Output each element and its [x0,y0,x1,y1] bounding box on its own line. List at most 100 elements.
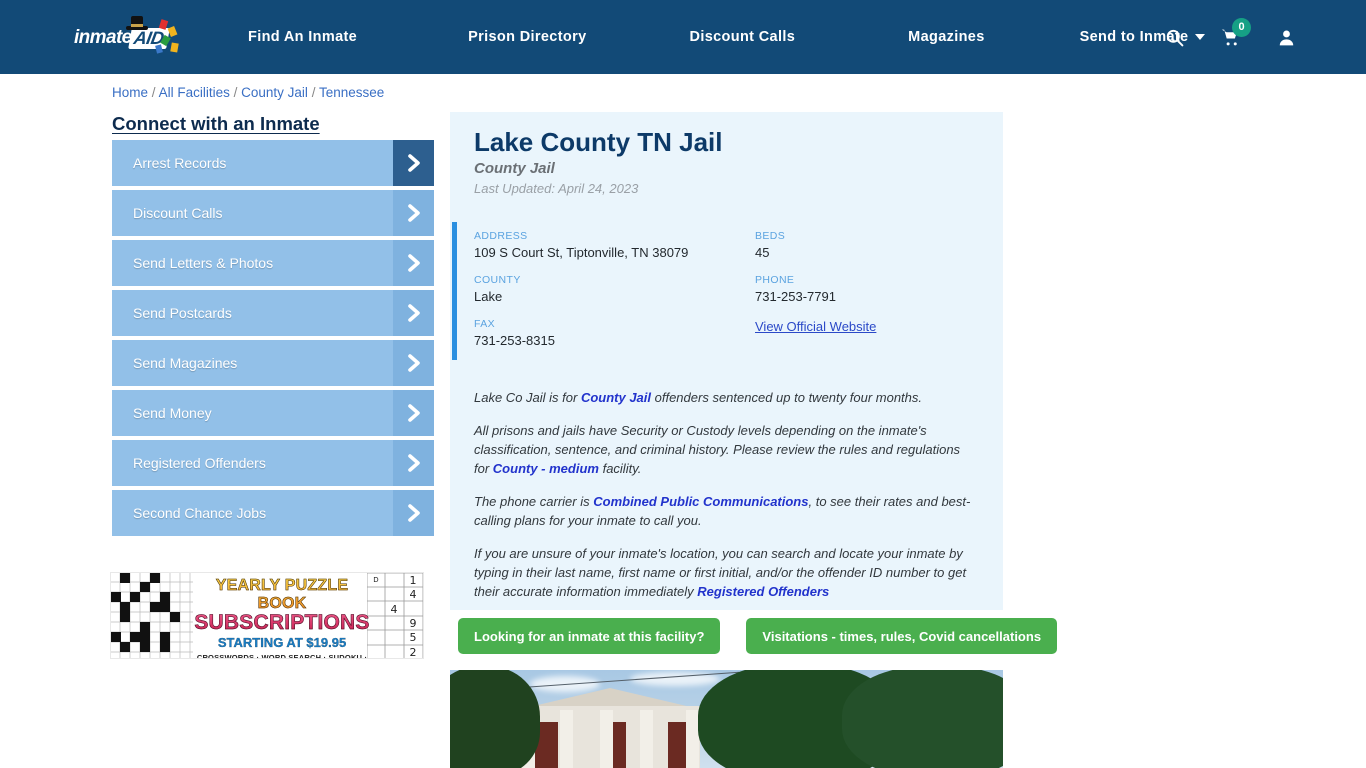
detail-label: FAX [474,318,496,330]
sidebar-item-label: Second Chance Jobs [133,505,267,521]
breadcrumb-separator: / [311,85,316,100]
sidebar-item-label: Send Money [133,405,212,421]
svg-text:4: 4 [391,603,398,616]
breadcrumb-all-facilities[interactable]: All Facilities [159,85,230,100]
sidebar-item-label: Send Letters & Photos [133,255,274,271]
ad-headline: YEARLY PUZZLE BOOK [191,577,373,613]
sidebar-item-send-letters-photos[interactable]: Send Letters & Photos [112,240,434,286]
detail-value: 109 S Court St, Tiptonville, TN 38079 [474,245,689,260]
main-navigation: Find An Inmate Prison Directory Discount… [248,0,1206,74]
detail-website: View Official Website [755,318,985,336]
crossword-grid-graphic [111,573,193,658]
breadcrumb-home[interactable]: Home [112,85,148,100]
detail-label: COUNTY [474,274,521,286]
detail-county: COUNTY Lake [474,274,744,304]
nav-discount-calls[interactable]: Discount Calls [690,29,796,45]
last-updated-text: Last Updated: April 24, 2023 [474,181,639,196]
header-icon-group: 0 [1165,0,1296,74]
page-title: Lake County TN Jail [474,127,723,157]
sidebar-item-label: Arrest Records [133,155,227,171]
chevron-right-icon [393,340,434,386]
sidebar-item-label: Registered Offenders [133,455,266,471]
paragraph-1: Lake Co Jail is for County Jail offender… [474,388,974,407]
ad-tagline: CROSSWORDS · WORD SEARCH · SUDOKU · BRAI… [196,653,368,659]
chevron-right-icon [393,190,434,236]
facility-card: Lake County TN Jail County Jail Last Upd… [450,112,1003,610]
detail-beds: BEDS 45 [755,230,985,260]
nav-magazines[interactable]: Magazines [908,29,984,45]
detail-value: 731-253-7791 [755,289,836,304]
text-fragment: Lake Co Jail is for [474,390,581,405]
facility-photo [450,670,1003,768]
nav-prison-directory[interactable]: Prison Directory [468,29,586,45]
sudoku-grid-graphic: 14 49 52 D [367,573,423,659]
cta-button-row: Looking for an inmate at this facility? … [458,618,1058,654]
paragraph-2: All prisons and jails have Security or C… [474,421,974,478]
chevron-right-icon [393,290,434,336]
detail-phone: PHONE 731-253-7791 [755,274,985,304]
link-registered-offenders[interactable]: Registered Offenders [697,584,829,599]
sidebar-item-send-magazines[interactable]: Send Magazines [112,340,434,386]
text-fragment: The phone carrier is [474,494,594,509]
tree-shape [842,670,1003,768]
paragraph-4: If you are unsure of your inmate's locat… [474,544,974,601]
ad-text-block: YEARLY PUZZLE BOOK SUBSCRIPTIONS STARTIN… [191,577,373,659]
chevron-right-icon [393,440,434,486]
nav-find-an-inmate[interactable]: Find An Inmate [248,29,357,45]
text-fragment: facility. [598,461,642,476]
site-logo[interactable]: inmate AID [74,16,194,58]
site-header: inmate AID Find An Inmate Prison Directo… [0,0,1366,74]
sidebar-item-registered-offenders[interactable]: Registered Offenders [112,440,434,486]
tree-shape [450,670,540,768]
svg-text:D: D [373,576,378,584]
chevron-right-icon [393,240,434,286]
breadcrumb-tennessee[interactable]: Tennessee [319,85,384,100]
detail-value: 45 [755,245,770,260]
detail-label: BEDS [755,230,786,242]
link-county-jail[interactable]: County Jail [581,390,651,405]
chevron-right-icon [393,490,434,536]
sidebar-item-label: Discount Calls [133,205,223,221]
sidebar-item-send-postcards[interactable]: Send Postcards [112,290,434,336]
sidebar-item-arrest-records[interactable]: Arrest Records [112,140,434,186]
puzzle-book-ad-banner[interactable]: 14 49 52 D YEARLY PUZZLE BOOK SUBSCRIPTI… [110,572,424,659]
facility-description: Lake Co Jail is for County Jail offender… [474,388,974,615]
detail-label: PHONE [755,274,795,286]
building-column [640,710,653,768]
confetti-icon [167,26,178,37]
visitations-button[interactable]: Visitations - times, rules, Covid cancel… [746,618,1058,654]
official-website-link[interactable]: View Official Website [755,319,876,334]
svg-text:5: 5 [410,631,417,644]
detail-fax: FAX 731-253-8315 [474,318,744,348]
accent-bar [452,222,457,360]
link-county-medium[interactable]: County - medium [493,461,599,476]
sidebar-item-second-chance-jobs[interactable]: Second Chance Jobs [112,490,434,536]
paragraph-3: The phone carrier is Combined Public Com… [474,492,974,530]
link-phone-carrier[interactable]: Combined Public Communications [593,494,808,509]
ad-subheadline: SUBSCRIPTIONS [191,611,373,635]
breadcrumb-county-jail[interactable]: County Jail [241,85,308,100]
detail-value: 731-253-8315 [474,333,555,348]
sidebar-item-send-money[interactable]: Send Money [112,390,434,436]
text-fragment: offenders sentenced up to twenty four mo… [651,390,923,405]
cart-icon[interactable]: 0 [1220,17,1251,47]
details-column-right: BEDS 45 PHONE 731-253-7791 View Official… [755,230,985,350]
search-icon[interactable] [1165,28,1184,47]
sidebar-item-discount-calls[interactable]: Discount Calls [112,190,434,236]
detail-address: ADDRESS 109 S Court St, Tiptonville, TN … [474,230,744,260]
svg-text:2: 2 [410,646,417,659]
sidebar-title: Connect with an Inmate [112,113,320,134]
chevron-right-icon [393,140,434,186]
top-hat-icon [126,14,148,30]
building-column [600,710,613,768]
building-column [560,710,573,768]
sidebar-item-label: Send Magazines [133,355,238,371]
logo-text: inmate [74,27,132,48]
details-column-left: ADDRESS 109 S Court St, Tiptonville, TN … [474,230,744,362]
user-icon[interactable] [1277,28,1296,47]
ad-price: STARTING AT $19.95 [217,635,347,650]
detail-value: Lake [474,289,503,304]
detail-label: ADDRESS [474,230,528,242]
svg-text:4: 4 [410,588,417,601]
inmate-search-button[interactable]: Looking for an inmate at this facility? [458,618,721,654]
